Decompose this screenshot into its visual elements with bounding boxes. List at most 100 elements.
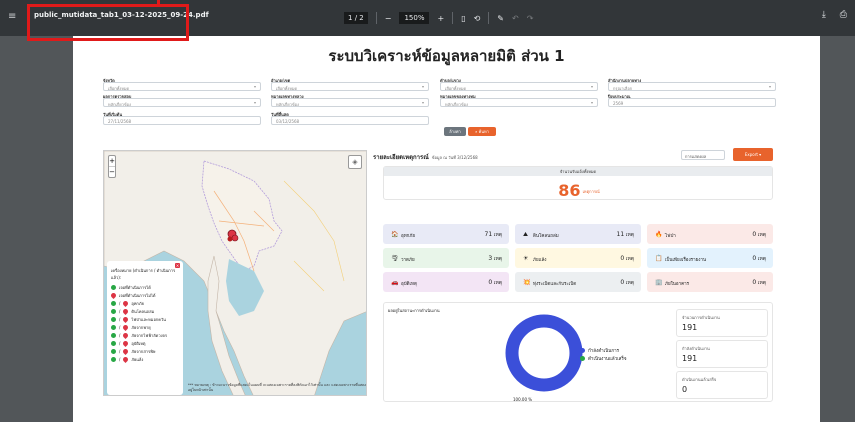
category-card[interactable]: ⛰ ดินโคลนถล่ม 11 เหตุ — [515, 224, 641, 244]
category-unit: เหตุ — [493, 256, 502, 262]
green-marker-icon — [111, 340, 116, 346]
category-icon: 🌪 — [391, 255, 399, 262]
progress-title: ผลอยู่ในสถานะการดำเนินงาน — [388, 308, 440, 313]
report-title-text: รายละเอียดเหตุการณ์ — [373, 154, 429, 161]
redo-icon[interactable]: ↷ — [527, 14, 534, 23]
category-unit: เหตุ — [757, 280, 766, 286]
category-card[interactable]: ☀ ภัยแล้ง 0 เหตุ — [515, 248, 641, 268]
green-marker-icon — [111, 300, 116, 306]
page-indicator[interactable]: 1 / 2 — [344, 12, 368, 24]
legend-done: ดำเนินงานแล้วเสร็จ — [580, 355, 626, 362]
category-label: เป็นเพียงเรื่องรายงาน — [665, 258, 707, 263]
legend-item: / ดินโคลนถล่ม — [111, 307, 179, 315]
year-value: 2569 — [613, 101, 624, 106]
legend-item: / ภัยจากสารพิษ — [111, 347, 179, 355]
page-title: ระบบวิเคราะห์ข้อมูลหลายมิติ ส่วน 1 — [328, 47, 565, 65]
page-separator: / — [354, 14, 358, 22]
category-icon: 🏢 — [655, 279, 663, 286]
red-marker-icon — [122, 347, 130, 355]
category-label: วาตภัย — [401, 258, 415, 263]
rotate-icon[interactable]: ⟲ — [474, 14, 481, 23]
category-card[interactable]: 🏢 ภัยในอาคาร 0 เหตุ — [647, 272, 773, 292]
legend-item: เจอที่ดำเนินการได้ — [111, 283, 179, 291]
category-icon: 🚗 — [391, 279, 399, 286]
legend-item-label: อุทกภัย — [131, 300, 144, 306]
display-select-value: การแสดงผล — [685, 154, 707, 159]
start-date-field[interactable]: 27/11/2568 — [103, 116, 261, 125]
category-value: 0 — [752, 231, 757, 238]
zoom-level[interactable]: 150% — [399, 12, 430, 24]
category-unit: เหตุ — [757, 232, 766, 238]
category-value: 3 — [488, 255, 493, 262]
category-card[interactable]: 🏠 อุทกภัย 71 เหตุ — [383, 224, 509, 244]
total-unit: เหตุการณ์ — [582, 189, 600, 194]
category-unit: เหตุ — [493, 280, 502, 286]
province-select[interactable]: เลือกทั้งหมด ▾ — [103, 82, 261, 91]
red-marker-icon — [109, 291, 118, 299]
toolbar-right: ⤓ ⎙ — [822, 10, 847, 20]
map-zoom-out-button[interactable]: − — [109, 167, 115, 177]
legend-item-label: เจอที่ดำเนินการได้ — [119, 284, 151, 290]
category-value: 0 — [620, 279, 625, 286]
category-value: หลักเกี่ยวข้อง — [276, 102, 299, 107]
map-zoom-in-button[interactable]: + — [109, 156, 115, 167]
red-marker-icon — [122, 299, 130, 307]
category-unit: เหตุ — [625, 232, 634, 238]
map-legend: × เครื่องหมาย (ดำเนินการ / ดำเนินการแล้ว… — [107, 261, 183, 395]
print-icon[interactable]: ⎙ — [840, 10, 847, 20]
stat-label: กำลังดำเนินงาน — [682, 346, 710, 351]
export-button[interactable]: Export ▾ — [733, 148, 773, 161]
stat-box: กำลังดำเนินงาน 191 — [676, 340, 768, 368]
menu-icon[interactable]: ≡ — [8, 12, 18, 22]
zoom-out-button[interactable]: − — [385, 14, 392, 23]
download-icon[interactable]: ⤓ — [822, 10, 826, 20]
subdistrict-select[interactable]: เลือกทั้งหมด ▾ — [440, 82, 598, 91]
category-card[interactable]: 🚗 อุบัติเหตุ 0 เหตุ — [383, 272, 509, 292]
search-button[interactable]: ⌕ ค้นหา — [468, 127, 496, 136]
legend-swatch — [580, 356, 585, 361]
green-marker-icon — [111, 348, 116, 354]
category-select[interactable]: หลักเกี่ยวข้อง ▾ — [271, 98, 429, 107]
category-count: 0 เหตุ — [752, 255, 766, 263]
legend-item-label: ภัยจากไฟฟ้าลัดวงจร — [131, 332, 168, 338]
pdf-viewport[interactable]: ระบบวิเคราะห์ข้อมูลหลายมิติ ส่วน 1 จังหว… — [0, 36, 855, 422]
report-subtitle: ข้อมูล ณ วันที่ 3/12/2568 — [431, 155, 478, 160]
undo-icon[interactable]: ↶ — [512, 14, 519, 23]
end-date-field[interactable]: 03/12/2568 — [271, 116, 429, 125]
category-count: 3 เหตุ — [488, 255, 502, 263]
category-count: 0 เหตุ — [752, 279, 766, 287]
chevron-down-icon: ▾ — [768, 84, 771, 89]
category-card[interactable]: 🌪 วาตภัย 3 เหตุ — [383, 248, 509, 268]
legend-item: / ภัยจากพายุ — [111, 323, 179, 331]
highlight-tool-icon[interactable]: ✎ — [497, 14, 504, 23]
category-icon: ⛰ — [523, 231, 529, 238]
type-select[interactable]: หลักเกี่ยวข้อง ▾ — [103, 98, 261, 107]
district-select[interactable]: เลือกทั้งหมด ▾ — [271, 82, 429, 91]
category-card[interactable]: 📋 เป็นเพียงเรื่องรายงาน 0 เหตุ — [647, 248, 773, 268]
category-value: 71 — [484, 231, 493, 238]
province-value: เลือกทั้งหมด — [108, 86, 130, 91]
green-marker-icon — [111, 284, 116, 290]
category-icon: 📋 — [655, 255, 663, 262]
legend-swatch — [580, 348, 585, 353]
fit-page-icon[interactable]: ▯ — [461, 14, 465, 23]
category-count: 71 เหตุ — [485, 231, 503, 239]
chevron-down-icon: ▾ — [590, 100, 593, 105]
year-field[interactable]: 2569 — [608, 98, 776, 107]
stat-value: 191 — [682, 323, 698, 332]
clear-button[interactable]: ล้างค่า — [444, 127, 466, 136]
agency-value: กรุณาเลือก — [613, 86, 633, 91]
category-card[interactable]: 🔥 ไฟป่า 0 เหตุ — [647, 224, 773, 244]
category-icon: 🏠 — [391, 231, 399, 238]
display-select[interactable]: การแสดงผล — [681, 150, 725, 160]
zoom-in-button[interactable]: + — [437, 14, 444, 23]
agency-select[interactable]: กรุณาเลือก ▾ — [608, 82, 776, 91]
toolbar-center: 1 / 2 − 150% + ▯ ⟲ ✎ ↶ ↷ — [344, 9, 533, 27]
subcategory-select[interactable]: หลักเกี่ยวข้อง ▾ — [440, 98, 598, 107]
category-card[interactable]: 💥 ทุ่งระเบิดและกับระเบิด 0 เหตุ — [515, 272, 641, 292]
category-count: 0 เหตุ — [620, 255, 634, 263]
category-label: ดินโคลนถล่ม — [533, 234, 559, 239]
map-panel[interactable]: + − ◈ × เครื่องหมาย (ดำเนินการ / ดำเนินก… — [103, 150, 367, 396]
close-icon[interactable]: × — [175, 263, 180, 268]
layers-icon[interactable]: ◈ — [348, 155, 362, 169]
